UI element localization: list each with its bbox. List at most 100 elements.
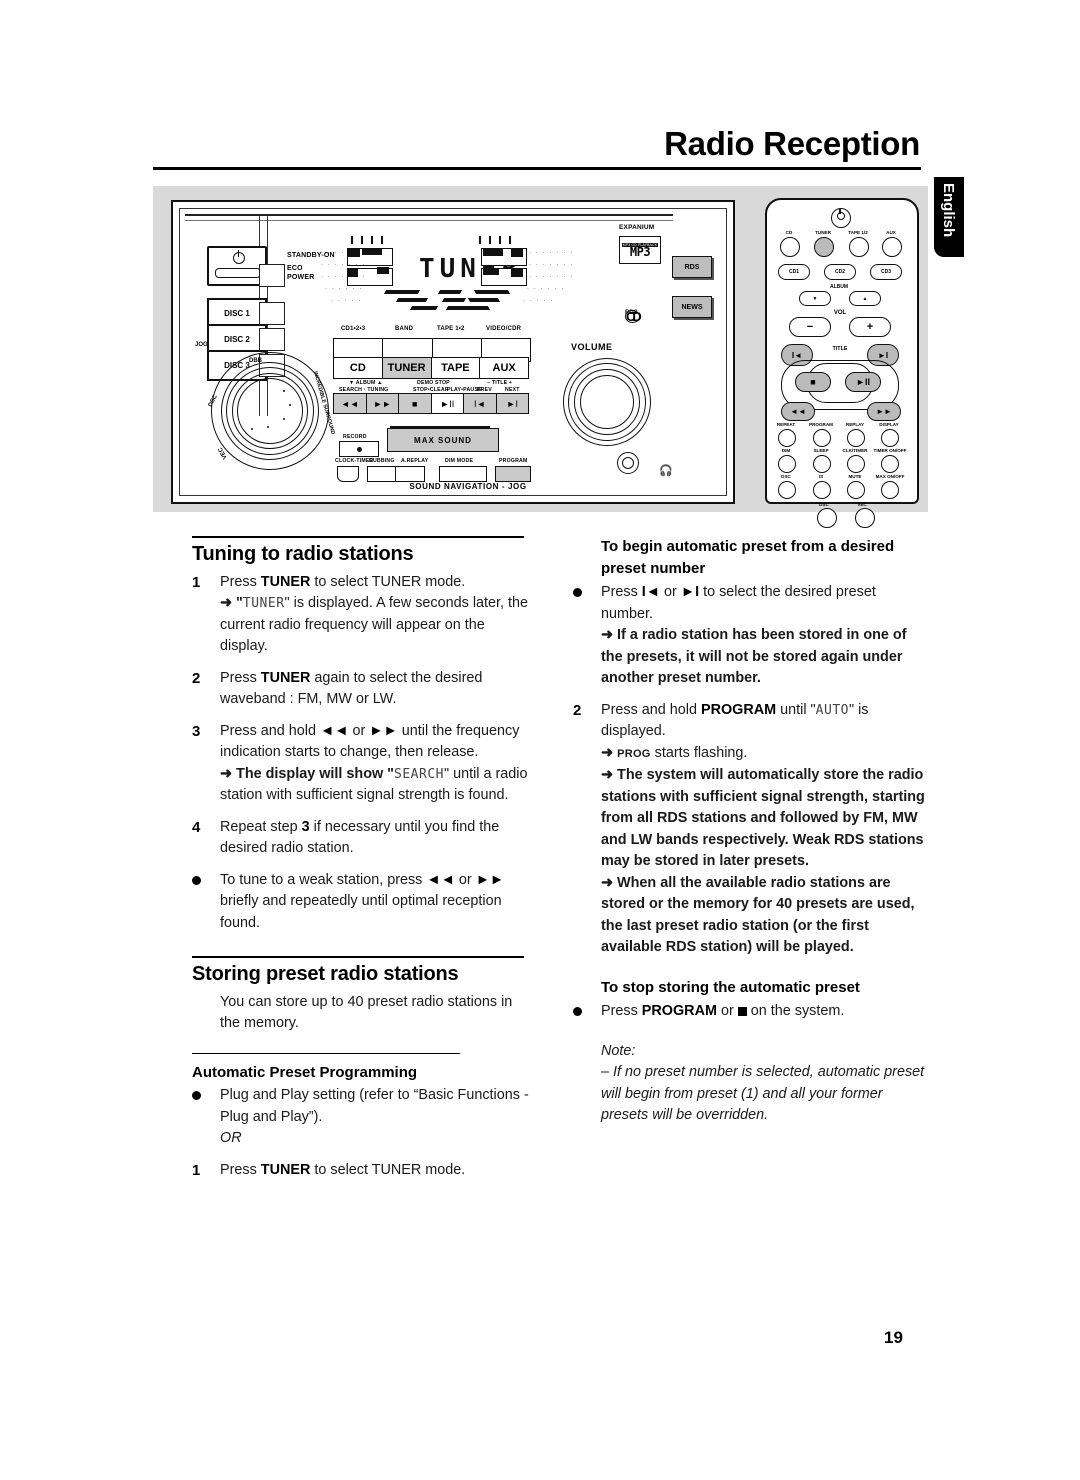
step-bullet — [573, 582, 601, 690]
remote-replay-button[interactable] — [847, 429, 865, 447]
step-text: Press I◄ or ►I to select the desired pre… — [601, 582, 925, 690]
expanium-logo: EXPANIUM — [619, 224, 655, 231]
remote-stop-button[interactable]: ■ — [795, 372, 831, 392]
remote-bottom-vec-button[interactable] — [855, 508, 875, 528]
remote-album-up-button[interactable]: ▲ — [849, 291, 881, 306]
dubbing-button[interactable] — [367, 466, 397, 482]
mp3-logo: MP3 CD PLAYBACK MP3 — [619, 236, 661, 264]
record-label: RECORD — [343, 434, 367, 440]
remote-vol-up-button[interactable]: + — [849, 317, 891, 337]
step-number: 1 — [192, 573, 201, 591]
program-button[interactable] — [495, 466, 531, 482]
rds-button[interactable]: RDS — [672, 256, 712, 278]
tuning-steps: 1 Press TUNER to select TUNER mode. ➜ "TUN… — [192, 572, 534, 935]
remote-sleep-label: SLEEP — [813, 448, 829, 453]
auto-preset-steps: Plug and Play setting (refer to “Basic F… — [192, 1085, 534, 1181]
headphone-jack — [613, 448, 647, 482]
step-line: ➜ When all the available radio stations … — [601, 874, 915, 956]
clock-timer-label: CLOCK-TIMER — [335, 458, 374, 464]
forward-button[interactable]: ►► — [365, 393, 398, 414]
jog-label: JOG — [195, 342, 208, 348]
remote-album-down-button[interactable]: ▼ — [799, 291, 831, 306]
prev-button[interactable]: I◄ — [463, 393, 496, 414]
language-tab-label: English — [940, 183, 957, 238]
remote-forward-button[interactable]: ►► — [867, 402, 901, 421]
step-text: Press and hold ◄◄ or ►► until the freque… — [220, 721, 534, 807]
remote-rewind-button[interactable]: ◄◄ — [781, 402, 815, 421]
step-line: Press TUNER to select TUNER mode. — [220, 1161, 466, 1178]
right-text-column: To begin automatic preset from a desired… — [573, 536, 925, 1127]
stop-button[interactable]: ■ — [398, 393, 431, 414]
clock-timer-button[interactable] — [337, 466, 359, 482]
remote-mute-button[interactable] — [847, 481, 865, 499]
remote-repeat-label: REPEAT — [776, 422, 796, 427]
auto-preset-rule — [192, 1052, 460, 1054]
aux-source-button[interactable]: AUX — [479, 357, 529, 379]
remote-program-button[interactable] — [813, 429, 831, 447]
standby-on-button[interactable] — [207, 246, 267, 286]
a-replay-button[interactable] — [395, 466, 425, 482]
remote-cd-button[interactable] — [780, 237, 800, 257]
cd-source-button[interactable]: CD — [333, 357, 382, 379]
volume-knob[interactable] — [563, 358, 651, 446]
step-number: 1 — [192, 1161, 201, 1179]
step-bullet — [192, 1085, 220, 1150]
step-line: Press I◄ or ►I to select the desired pre… — [601, 584, 876, 622]
remote-sleep-button[interactable] — [813, 455, 831, 473]
tuner-source-button[interactable]: TUNER — [381, 357, 431, 379]
areplay-label: A.REPLAY — [401, 458, 429, 464]
play-pause-button[interactable]: ►II — [430, 393, 463, 414]
remote-is-button[interactable] — [813, 481, 831, 499]
remote-bottom-dsc-button[interactable] — [817, 508, 837, 528]
remote-title-label: TITLE — [832, 346, 848, 352]
tape-source-button[interactable]: TAPE — [430, 357, 480, 379]
disc-2-tab — [259, 328, 285, 351]
remote-repeat-button[interactable] — [778, 429, 796, 447]
step-line: ➜ PROG starts flashing. — [601, 744, 748, 761]
jog-dial[interactable] — [211, 352, 329, 470]
source-button-row[interactable]: CD TUNER TAPE AUX — [333, 357, 529, 379]
remote-aux-button[interactable] — [882, 237, 902, 257]
remote-cd1-button[interactable]: CD1 — [778, 264, 810, 280]
remote-cd2-button[interactable]: CD2 — [824, 264, 856, 280]
step-number: 3 — [192, 722, 201, 740]
step-text: Press TUNER again to select the desired … — [220, 668, 534, 711]
dim-mode-button[interactable] — [439, 466, 487, 482]
transport-button-row[interactable]: ◄◄ ►► ■ ►II I◄ ►I — [333, 393, 529, 414]
lcd-display: TUNER · · · · · · · · · · · · · · · · · … — [321, 228, 593, 328]
remote-dim-button[interactable] — [778, 455, 796, 473]
remote-dsc-label: DSC — [781, 474, 791, 479]
left-section2-rule — [192, 956, 524, 958]
band-label: BAND — [395, 326, 414, 332]
news-button[interactable]: NEWS — [672, 296, 712, 318]
step-item: 1 Press TUNER to select TUNER mode. — [192, 1160, 534, 1182]
remote-vol-down-button[interactable]: − — [789, 317, 831, 337]
eco-power-tab — [259, 264, 285, 287]
step-line: Press TUNER again to select the desired … — [220, 669, 483, 708]
max-sound-button[interactable]: MAX SOUND — [387, 428, 499, 452]
rewind-button[interactable]: ◄◄ — [333, 393, 366, 414]
remote-tuner-label: TUNER — [815, 230, 831, 235]
remote-display-button[interactable] — [881, 429, 899, 447]
videocdr-label: VIDEO/CDR — [486, 326, 522, 332]
left-text-column: Tuning to radio stations 1 Press TUNER to… — [192, 536, 534, 1191]
remote-max-onoff-button[interactable] — [881, 481, 899, 499]
title-pm-label: − TITLE + — [487, 380, 513, 386]
step-item: Plug and Play setting (refer to “Basic F… — [192, 1085, 534, 1150]
dim-mode-label: DIM MODE — [445, 458, 474, 464]
next-button[interactable]: ►I — [495, 393, 529, 414]
remote-play-pause-button[interactable]: ►II — [845, 372, 881, 392]
remote-clk-timer-button[interactable] — [847, 455, 865, 473]
step-item: 2 Press TUNER again to select the desired… — [192, 668, 534, 711]
headphone-icon: 🎧 — [659, 465, 673, 477]
remote-cd3-button[interactable]: CD3 — [870, 264, 902, 280]
remote-tape-button[interactable] — [849, 237, 869, 257]
remote-dsc-button[interactable] — [778, 481, 796, 499]
remote-timer-onoff-button[interactable] — [881, 455, 899, 473]
remote-tuner-button[interactable] — [814, 237, 834, 257]
step-item: 3 Press and hold ◄◄ or ►► until the frequ… — [192, 721, 534, 807]
step-number: 2 — [192, 669, 201, 687]
record-button[interactable] — [339, 441, 379, 457]
step-text: Press TUNER to select TUNER mode. — [220, 1160, 534, 1182]
remote-program-label: PROGRAM — [809, 422, 833, 427]
